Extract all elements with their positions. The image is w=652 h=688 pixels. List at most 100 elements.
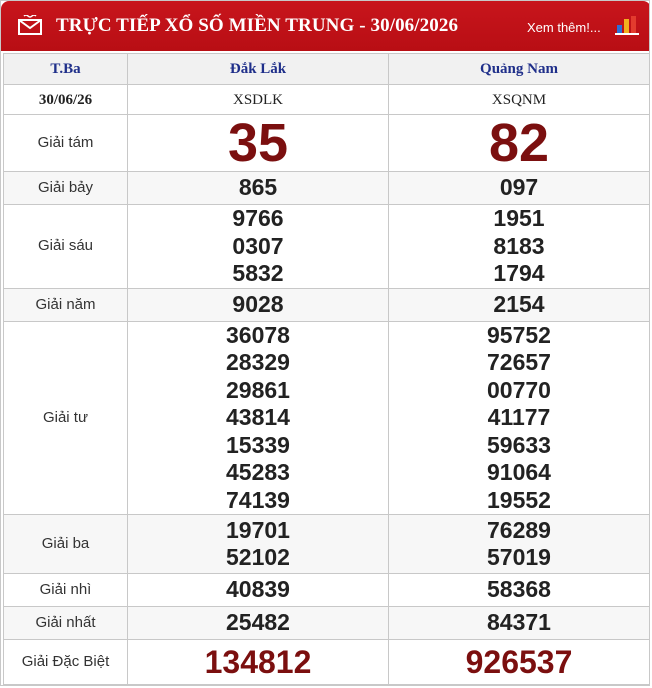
prize-number: 1794 [493,260,545,286]
results-title: TRỰC TIẾP XỔ SỐ MIỀN TRUNG - 30/06/2026 [56,15,459,36]
prize-value-cell: 25482 [127,606,389,640]
prize-label: Giải bảy [37,179,94,196]
prize-number: 84371 [487,609,551,636]
prize-8-row: Giải tám 35 82 [3,114,649,172]
prize-label: Giải nhất [35,614,96,631]
day-label: T.Ba [50,61,81,77]
prize-value-cell: 95752 72657 00770 41177 59633 91064 1955… [388,320,649,515]
date-row: 30/06/26 XSDLK XSQNM [3,84,649,115]
prize-number: 097 [499,174,539,201]
code-cell: XSQNM [388,84,649,115]
province-cell: Đắk Lắk [127,53,389,85]
results-table: T.Ba Đắk Lắk Quảng Nam 30/06/26 XSDLK XS… [3,53,649,685]
prize-number: 28329 [226,349,290,375]
prize-number: 5832 [232,260,284,286]
prize-label-cell: Giải tám [3,114,128,172]
prize-number: 45283 [226,459,290,485]
prize-number: 9028 [232,290,284,317]
special-prize-row: Giải Đặc Biệt 134812 926537 [3,639,649,685]
province-name[interactable]: Quảng Nam [480,61,558,77]
prize-5-row: Giải năm 9028 2154 [3,287,649,322]
draw-date: 30/06/26 [38,91,93,108]
prize-number: 91064 [487,459,551,485]
prize-value-cell: 76289 57019 [388,514,649,574]
code-cell: XSDLK [127,84,389,115]
special-prize-number: 926537 [465,644,573,680]
prize-number: 43814 [226,404,290,430]
prize-2-row: Giải nhì 40839 58368 [3,573,649,607]
prize-label: Giải nhì [39,581,92,598]
prize-number: 00770 [487,376,551,403]
prize-number: 25482 [226,609,290,636]
date-cell: 30/06/26 [3,84,128,115]
prize-label: Giải Đặc Biệt [21,653,110,670]
prize-label: Giải tư [42,408,89,426]
province-header-row: T.Ba Đắk Lắk Quảng Nam [3,53,649,85]
prize-label: Giải ba [41,535,90,552]
prize-number: 72657 [487,349,551,375]
prize-value-cell: 19701 52102 [127,514,389,574]
prize-label-cell: Giải nhì [3,573,128,607]
prize-value-cell: 9766 0307 5832 [127,204,389,289]
prize-value-cell: 84371 [388,606,649,640]
lottery-results-panel: TRỰC TIẾP XỔ SỐ MIỀN TRUNG - 30/06/2026 … [0,0,650,686]
results-header: TRỰC TIẾP XỔ SỐ MIỀN TRUNG - 30/06/2026 … [1,1,649,51]
prize-number: 36078 [226,321,290,348]
prize-number: 41177 [487,404,551,430]
prize-value-cell: 35 [127,114,389,172]
prize-number: 1951 [493,205,545,231]
prize-number: 82 [488,114,550,172]
prize-number: 0307 [232,232,284,259]
prize-number: 74139 [226,486,290,513]
prize-label-cell: Giải nhất [3,606,128,640]
prize-value-cell: 9028 [127,287,389,322]
prize-number: 95752 [487,321,551,348]
prize-number: 2154 [493,290,545,317]
prize-number: 59633 [487,431,551,458]
prize-label-cell: Giải Đặc Biệt [3,639,128,685]
prize-number: 19701 [226,516,290,543]
prize-1-row: Giải nhất 25482 84371 [3,606,649,640]
prize-label: Giải năm [35,295,96,313]
province-cell: Quảng Nam [388,53,649,85]
prize-number: 8183 [493,232,545,259]
prize-7-row: Giải bảy 865 097 [3,171,649,205]
prize-value-cell: 2154 [388,287,649,322]
prize-label-cell: Giải tư [3,320,128,515]
prize-3-row: Giải ba 19701 52102 76289 57019 [3,514,649,574]
envelope-icon [18,15,42,35]
prize-label: Giải tám [37,134,94,151]
province-name[interactable]: Đắk Lắk [230,61,286,77]
prize-number: 19552 [487,486,551,513]
see-more-link[interactable]: Xem thêm!... [527,20,601,35]
province-code: XSDLK [232,91,283,108]
prize-number: 865 [238,174,278,201]
prize-label-cell: Giải ba [3,514,128,574]
prize-value-cell: 134812 [127,639,389,685]
prize-label-cell: Giải bảy [3,171,128,205]
prize-number: 76289 [487,516,551,543]
prize-6-row: Giải sáu 9766 0307 5832 1951 8183 1794 [3,204,649,289]
prize-number: 15339 [226,431,290,458]
special-prize-number: 134812 [204,644,312,680]
prize-value-cell: 36078 28329 29861 43814 15339 45283 7413… [127,320,389,515]
prize-4-row: Giải tư 36078 28329 29861 43814 15339 45… [3,320,649,515]
prize-value-cell: 82 [388,114,649,172]
prize-value-cell: 40839 [127,573,389,607]
prize-number: 9766 [232,205,284,231]
prize-number: 29861 [226,376,290,403]
prize-label-cell: Giải sáu [3,204,128,289]
prize-number: 57019 [487,544,551,570]
prize-label: Giải sáu [37,237,94,255]
prize-number: 52102 [226,544,290,570]
prize-value-cell: 097 [388,171,649,205]
day-label-cell: T.Ba [3,53,128,85]
bar-chart-icon[interactable] [615,15,639,35]
prize-number: 58368 [487,576,551,603]
prize-number: 35 [227,114,289,172]
prize-number: 40839 [226,576,290,603]
prize-value-cell: 926537 [388,639,649,685]
prize-value-cell: 58368 [388,573,649,607]
prize-value-cell: 865 [127,171,389,205]
prize-label-cell: Giải năm [3,287,128,322]
